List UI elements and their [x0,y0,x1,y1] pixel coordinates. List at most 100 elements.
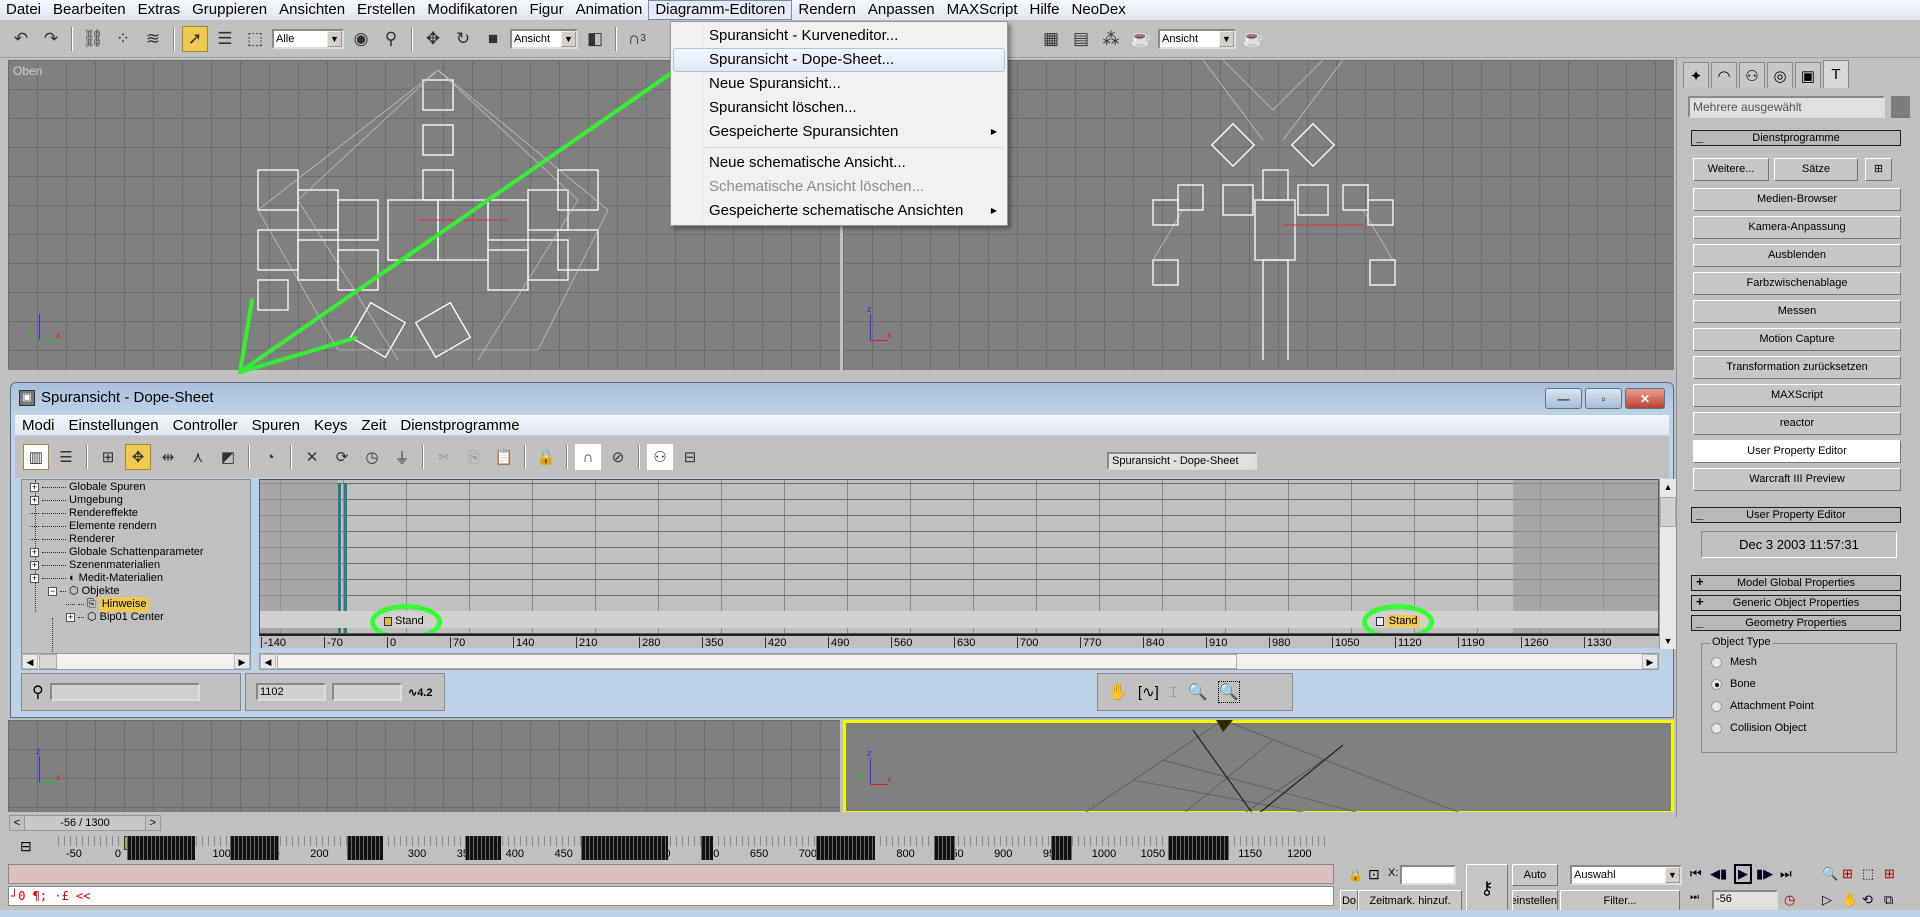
trackbar-key-block[interactable] [126,836,195,860]
utility-button-medien-browser[interactable]: Medien-Browser [1693,188,1901,211]
trackbar-key-block[interactable] [1167,836,1229,860]
trackbar-key-block[interactable] [701,836,713,860]
utility-button-user-property-editor[interactable]: User Property Editor [1693,440,1901,463]
utility-button-motion-capture[interactable]: Motion Capture [1693,328,1901,351]
curve-editor-toggle-icon[interactable]: ⊟ [20,838,32,855]
scroll-thumb[interactable] [1660,497,1676,527]
select-time-icon[interactable]: ◔ [257,444,283,470]
object-type-radio[interactable]: Mesh [1711,656,1757,668]
modify-subtree-icon[interactable]: ⚇ [647,444,673,470]
ds-menu-dienstprogramme[interactable]: Dienstprogramme [393,417,526,434]
snap-frames-icon[interactable]: ∩ [575,444,601,470]
zoom-selected-object-icon[interactable]: ⚲ [32,682,44,702]
menu-item[interactable]: Spuransicht - Kurveneditor... [673,24,1005,48]
utility-button-maxscript[interactable]: MAXScript [1693,384,1901,407]
current-frame-field[interactable]: -56 [1712,890,1778,910]
render-scene-icon[interactable]: ☕ [1128,26,1154,52]
set-key-button[interactable]: Keys einstellen [1512,890,1558,912]
sets-button[interactable]: Sätze [1774,158,1858,181]
menu-figur[interactable]: Figur [523,0,569,20]
menu-item[interactable]: Gespeicherte schematische Ansichten ▶ [673,199,1005,223]
scroll-left-icon[interactable]: ◀ [260,654,276,669]
object-type-radio[interactable]: Attachment Point [1711,700,1814,712]
lock-selection-icon[interactable]: 🔒 [533,444,559,470]
expand-toggle-icon[interactable]: + [30,548,39,557]
object-type-radio[interactable]: Collision Object [1711,722,1806,734]
redo-icon[interactable]: ↷ [38,26,64,52]
radio-button-icon[interactable] [1711,656,1722,668]
value-field[interactable] [332,683,402,701]
display-tab-icon[interactable]: ▣ [1795,62,1821,88]
render-view-dropdown[interactable]: Ansicht ▼ [1158,28,1236,49]
menu-datei[interactable]: Datei [0,0,47,20]
configure-sets-icon[interactable]: ⊞ [1865,158,1892,181]
unlink-icon[interactable]: ⁘ [110,26,136,52]
time-slider-thumb[interactable]: -56 / 1300 [24,816,146,830]
menu-item[interactable]: Spuransicht - Dope-Sheet... [673,48,1005,72]
trackbar-key-block[interactable] [1050,836,1073,860]
ds-menu-zeit[interactable]: Zeit [354,417,393,434]
menu-maxscript[interactable]: MAXScript [941,0,1024,20]
selection-region-icon[interactable]: ⬚ [242,26,268,52]
insert-time-icon[interactable]: ⏚ [389,444,415,470]
move-keys-icon[interactable]: ✥ [125,444,151,470]
undo-icon[interactable]: ↶ [8,26,34,52]
pivot-center-icon[interactable]: ◧ [582,26,608,52]
dope-button[interactable]: Do [1340,890,1358,912]
menu-erstellen[interactable]: Erstellen [351,0,421,20]
slide-keys-icon[interactable]: ⇹ [155,444,181,470]
expand-toggle-icon[interactable]: + [30,561,39,570]
menu-item[interactable]: Neue schematische Ansicht... [673,151,1005,175]
next-frame-icon[interactable]: ▮▶ [1756,866,1773,882]
scroll-down-icon[interactable]: ▼ [1660,633,1676,649]
window-crossing-icon[interactable]: ◉ [348,26,374,52]
trackbar[interactable]: ⊟ -5005010015020025030035040045050055060… [0,834,1676,864]
zoom-value-extents-icon[interactable]: ⌶ [1169,684,1178,701]
time-slider[interactable]: < -56 / 1300 > [9,815,161,831]
trackbar-key-block[interactable] [933,836,955,860]
viewport-left[interactable]: z x [8,720,840,814]
key-mode-toggle-icon[interactable]: ⏭ [1690,892,1699,903]
curve-editor-icon[interactable]: ▦ [1038,26,1064,52]
scroll-right-icon[interactable]: ▶ [1642,654,1658,669]
select-object-icon[interactable]: ➚ [182,25,208,52]
ds-menu-modi[interactable]: Modi [15,417,62,434]
copy-time-icon[interactable]: ⎘ [461,444,487,470]
expand-toggle-icon[interactable]: + [30,574,39,583]
menu-neodex[interactable]: NeoDex [1066,0,1132,20]
select-by-name-icon[interactable]: ☰ [212,26,238,52]
prev-frame-button[interactable]: < [10,816,24,830]
expand-toggle-icon[interactable]: + [30,496,39,505]
object-color-swatch[interactable] [1891,96,1910,118]
object-type-radio[interactable]: Bone [1711,678,1756,690]
menu-hilfe[interactable]: Hilfe [1024,0,1066,20]
cut-time-icon[interactable]: ✂ [431,444,457,470]
trackbar-key-block[interactable] [816,836,875,860]
zoom-extents-icon[interactable]: ⬚ [1862,866,1874,882]
menu-modifikatoren[interactable]: Modifikatoren [421,0,523,20]
radio-button-icon[interactable] [1711,678,1722,690]
edit-keys-icon[interactable]: ▥ [23,444,49,470]
ds-menu-controller[interactable]: Controller [166,417,245,434]
radio-button-icon[interactable] [1711,722,1722,734]
scroll-left-icon[interactable]: ◀ [22,654,38,669]
radio-button-icon[interactable] [1711,700,1722,712]
utility-button-ausblenden[interactable]: Ausblenden [1693,244,1901,267]
zoom-all-icon[interactable]: ⊞ [1842,866,1853,882]
pan-hand-icon[interactable]: ✋ [1108,682,1128,702]
viewport-perspective[interactable]: z xy [843,720,1674,814]
rollout-header[interactable]: + Generic Object Properties [1691,595,1901,611]
hierarchy-tab-icon[interactable]: ⚇ [1739,62,1765,88]
add-keys-icon[interactable]: ⋏ [185,444,211,470]
rollout-header[interactable]: _ Geometry Properties [1691,615,1901,631]
menu-diagramm-editoren[interactable]: Diagramm-Editoren [648,0,793,20]
utility-button-farbzwischenablage[interactable]: Farbzwischenablage [1693,272,1901,295]
zoom-region-icon[interactable]: 🔍 [1217,681,1240,703]
show-selected-key-stats-icon[interactable]: ∿4.2 [408,686,433,699]
selection-lock-icon[interactable]: 🔒 [1348,868,1363,882]
utilities-rollout-header[interactable]: _ Dienstprogramme [1691,130,1901,146]
create-tab-icon[interactable]: ✦ [1683,62,1709,88]
grid-horizontal-scrollbar[interactable]: ◀ ▶ [259,653,1659,670]
utilities-tab-icon[interactable]: T [1823,60,1849,88]
trackbar-key-block[interactable] [230,836,279,860]
